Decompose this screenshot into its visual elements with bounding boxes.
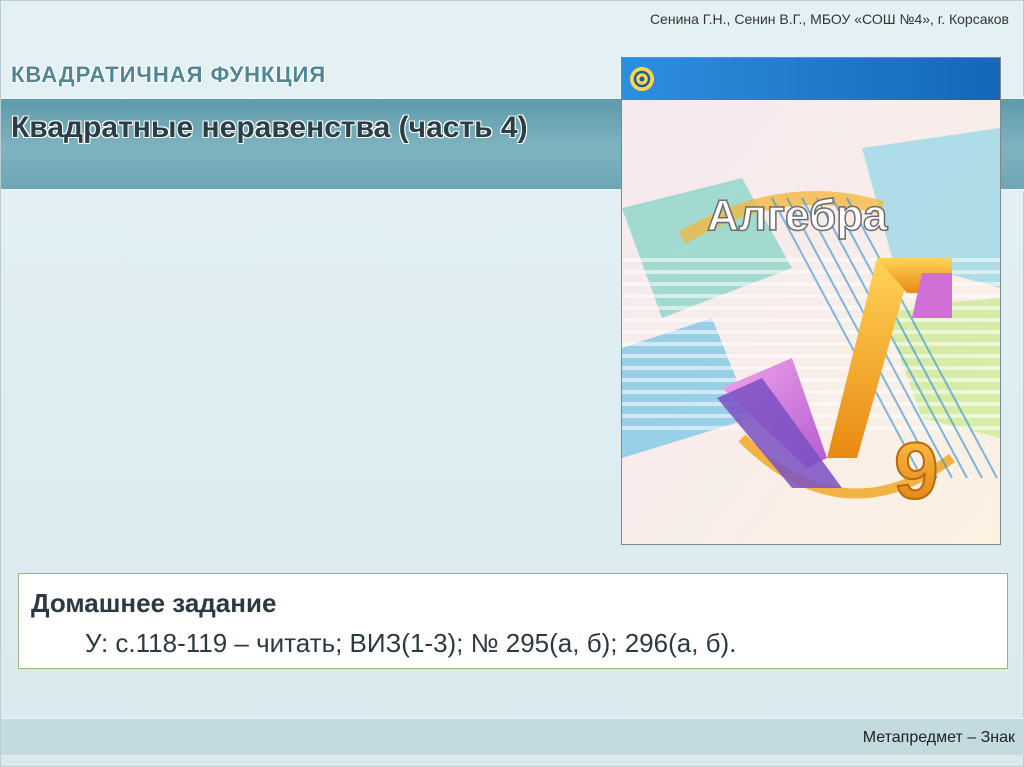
publisher-logo-icon: [630, 67, 654, 91]
footer-label: Метапредмет – Знак: [862, 729, 1015, 746]
footer-bar: Метапредмет – Знак: [1, 718, 1024, 755]
author-line: Сенина Г.Н., Сенин В.Г., МБОУ «СОШ №4», …: [649, 11, 1009, 27]
slide: Сенина Г.Н., Сенин В.Г., МБОУ «СОШ №4», …: [0, 0, 1024, 767]
lesson-title: Квадратные неравенства (часть 4): [11, 111, 528, 144]
homework-box: Домашнее задание У: с.118-119 – читать; …: [18, 573, 1008, 669]
cover-title: Алгебра: [707, 191, 888, 240]
cover-grade: 9: [894, 426, 939, 515]
topic-heading: КВАДРАТИЧНАЯ ФУНКЦИЯ: [11, 62, 327, 87]
homework-text: У: с.118-119 – читать; ВИЗ(1-3); № 295(а…: [85, 628, 737, 658]
textbook-cover-image: Алгебра 9: [621, 57, 1001, 545]
homework-heading: Домашнее задание: [31, 588, 277, 618]
